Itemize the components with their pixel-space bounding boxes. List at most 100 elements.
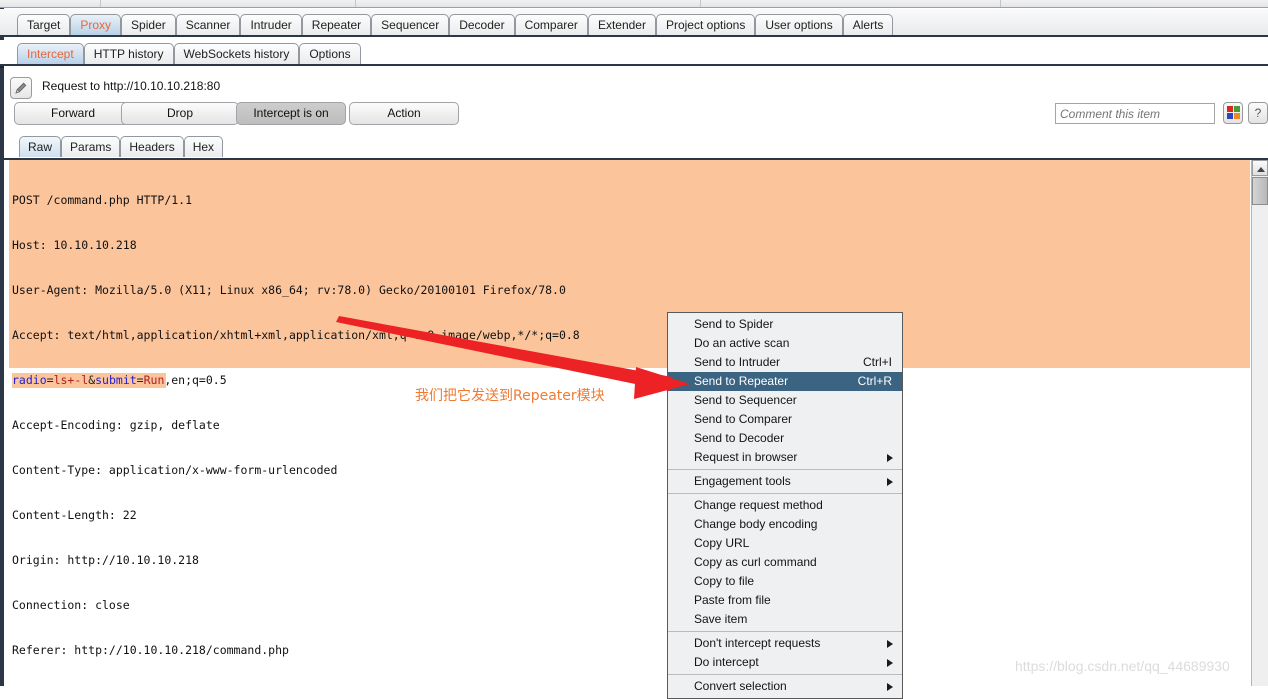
header-connection: Connection: close: [12, 598, 130, 612]
main-tab-proxy[interactable]: Proxy: [70, 14, 122, 35]
body-param2-value: Run: [143, 373, 165, 387]
menu-item-send-to-decoder[interactable]: Send to Decoder: [668, 429, 902, 448]
sub-tab-options[interactable]: Options: [299, 43, 361, 64]
editor-tab-params[interactable]: Params: [61, 136, 121, 157]
menu-item-label: Send to Decoder: [694, 431, 785, 445]
menu-item-engagement-tools[interactable]: Engagement tools: [668, 472, 902, 491]
main-tab-spider[interactable]: Spider: [121, 14, 176, 35]
header-user-agent: User-Agent: Mozilla/5.0 (X11; Linux x86_…: [12, 283, 566, 297]
menu-item-label: Convert selection: [694, 679, 787, 693]
action-button[interactable]: Action: [349, 102, 459, 125]
sub-tab-http-history[interactable]: HTTP history: [83, 43, 174, 64]
header-accept: Accept: text/html,application/xhtml+xml,…: [12, 328, 580, 342]
message-editor-tab-bar: Raw Params Headers Hex: [4, 134, 1268, 158]
menu-item-send-to-repeater[interactable]: Send to Repeater Ctrl+R: [668, 372, 902, 391]
menu-item-label: Engagement tools: [694, 474, 791, 488]
menu-item-label: Do intercept: [694, 655, 759, 669]
sub-tab-intercept[interactable]: Intercept: [17, 43, 84, 64]
menu-item-label: Do an active scan: [694, 336, 790, 350]
main-tab-bar: Target Proxy Spider Scanner Intruder Repeater…: [0, 9, 1268, 37]
header-host: Host: 10.10.10.218: [12, 238, 137, 252]
menu-item-request-in-browser[interactable]: Request in browser: [668, 448, 902, 467]
scrollbar-thumb[interactable]: [1252, 177, 1268, 205]
request-body-text[interactable]: radio=ls+-l&submit=Run: [12, 373, 167, 388]
header-content-type: Content-Type: application/x-www-form-url…: [12, 463, 338, 477]
editor-tab-raw[interactable]: Raw: [19, 136, 62, 157]
chevron-right-icon: [887, 683, 893, 691]
request-title: Request to http://10.10.10.218:80: [42, 79, 221, 93]
color-swatch-icon[interactable]: [1223, 102, 1243, 124]
sub-tab-websockets-history[interactable]: WebSockets history: [173, 43, 300, 64]
menu-item-don-t-intercept-requests[interactable]: Don't intercept requests: [668, 634, 902, 653]
request-editor[interactable]: POST /command.php HTTP/1.1 Host: 10.10.1…: [4, 158, 1268, 686]
menu-item-send-to-comparer[interactable]: Send to Comparer: [668, 410, 902, 429]
main-tab-scanner[interactable]: Scanner: [175, 14, 241, 35]
main-tab-sequencer[interactable]: Sequencer: [371, 14, 450, 35]
menu-item-change-request-method[interactable]: Change request method: [668, 496, 902, 515]
body-param1-name: radio: [12, 373, 47, 387]
main-tab-user-options[interactable]: User options: [755, 14, 843, 35]
request-headers-text[interactable]: POST /command.php HTTP/1.1 Host: 10.10.1…: [12, 163, 580, 686]
chevron-right-icon: [887, 640, 893, 648]
menu-item-label: Paste from file: [694, 593, 771, 607]
menu-item-do-an-active-scan[interactable]: Do an active scan: [668, 334, 902, 353]
menu-item-label: Change request method: [694, 498, 823, 512]
main-tab-extender[interactable]: Extender: [587, 14, 656, 35]
window-menubar-strip: [0, 0, 1268, 8]
menu-item-save-item[interactable]: Save item: [668, 610, 902, 629]
header-content-length: Content-Length: 22: [12, 508, 137, 522]
menu-item-change-body-encoding[interactable]: Change body encoding: [668, 515, 902, 534]
main-tab-repeater[interactable]: Repeater: [301, 14, 372, 35]
menu-separator: [668, 674, 902, 675]
menu-item-send-to-intruder[interactable]: Send to Intruder Ctrl+I: [668, 353, 902, 372]
editor-tab-hex[interactable]: Hex: [183, 136, 224, 157]
menu-item-copy-as-curl-command[interactable]: Copy as curl command: [668, 553, 902, 572]
menu-item-convert-selection[interactable]: Convert selection: [668, 677, 902, 696]
intercept-toggle-button[interactable]: Intercept is on: [236, 102, 346, 125]
header-accept-encoding: Accept-Encoding: gzip, deflate: [12, 418, 220, 432]
menu-item-label: Change body encoding: [694, 517, 818, 531]
menu-item-label: Copy as curl command: [694, 555, 817, 569]
body-eq1: =: [46, 373, 54, 387]
request-line: POST /command.php HTTP/1.1: [12, 193, 193, 207]
annotation-text: 我们把它发送到Repeater模块: [415, 388, 605, 404]
chevron-right-icon: [887, 478, 893, 486]
menu-item-label: Send to Repeater: [694, 374, 789, 388]
menu-item-label: Copy to file: [694, 574, 755, 588]
chevron-right-icon: [887, 454, 893, 462]
main-tab-decoder[interactable]: Decoder: [449, 14, 515, 35]
menu-separator: [668, 469, 902, 470]
menu-item-accelerator: Ctrl+I: [862, 355, 892, 369]
menu-item-do-intercept[interactable]: Do intercept: [668, 653, 902, 672]
menu-item-paste-from-file[interactable]: Paste from file: [668, 591, 902, 610]
menu-item-label: Save item: [694, 612, 748, 626]
chevron-right-icon: [887, 659, 893, 667]
header-referer: Referer: http://10.10.10.218/command.php: [12, 643, 289, 657]
scroll-up-arrow-icon[interactable]: [1252, 160, 1268, 176]
main-tab-project-options[interactable]: Project options: [655, 14, 756, 35]
editor-tab-headers[interactable]: Headers: [120, 136, 184, 157]
pencil-icon[interactable]: [10, 77, 32, 99]
menu-item-send-to-sequencer[interactable]: Send to Sequencer: [668, 391, 902, 410]
menu-item-label: Send to Comparer: [694, 412, 793, 426]
comment-input[interactable]: [1055, 103, 1215, 124]
menu-item-label: Copy URL: [694, 536, 750, 550]
menu-item-copy-url[interactable]: Copy URL: [668, 534, 902, 553]
help-icon[interactable]: ?: [1248, 102, 1268, 124]
main-tab-comparer[interactable]: Comparer: [514, 14, 588, 35]
main-tab-target[interactable]: Target: [17, 14, 71, 35]
forward-button[interactable]: Forward: [14, 102, 132, 125]
main-tab-alerts[interactable]: Alerts: [842, 14, 894, 35]
watermark: https://blog.csdn.net/qq_44689930: [1015, 658, 1230, 674]
drop-button[interactable]: Drop: [121, 102, 239, 125]
header-origin: Origin: http://10.10.10.218: [12, 553, 199, 567]
menu-item-label: Send to Sequencer: [694, 393, 797, 407]
menu-item-send-to-spider[interactable]: Send to Spider: [668, 315, 902, 334]
body-param2-name: submit: [95, 373, 137, 387]
main-tab-intruder[interactable]: Intruder: [240, 14, 302, 35]
editor-vertical-scrollbar[interactable]: [1251, 160, 1268, 686]
context-menu[interactable]: Send to Spider Do an active scan Send to I…: [667, 312, 903, 699]
menu-item-label: Request in browser: [694, 450, 798, 464]
menu-item-accelerator: Ctrl+R: [857, 374, 892, 388]
menu-item-copy-to-file[interactable]: Copy to file: [668, 572, 902, 591]
